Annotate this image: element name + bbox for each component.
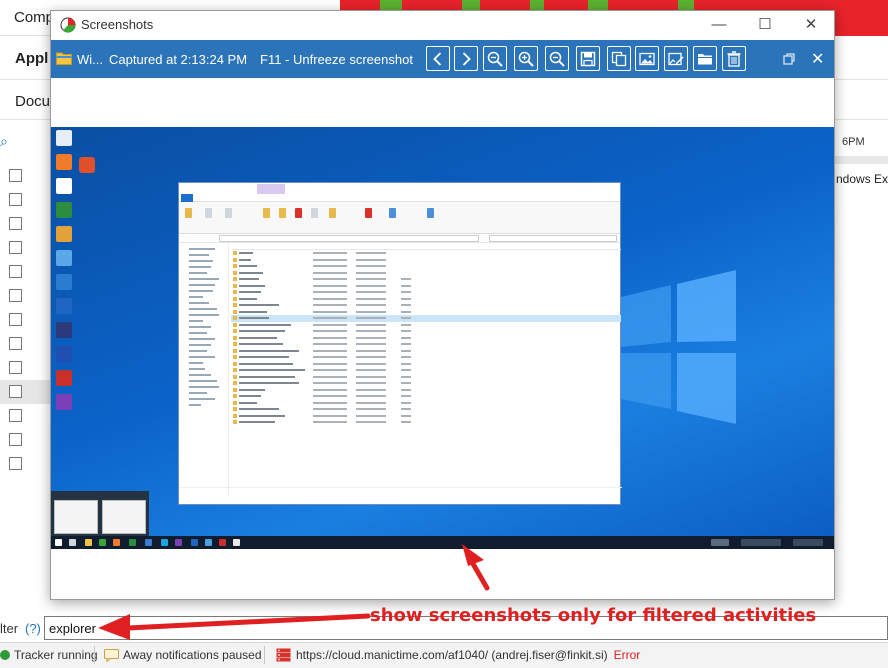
row-checkbox[interactable] [9, 217, 22, 230]
status-divider [94, 646, 95, 664]
row-checkbox[interactable] [9, 361, 22, 374]
copy-button[interactable] [607, 46, 631, 71]
file-explorer-icon [56, 52, 72, 65]
server-status[interactable]: https://cloud.manictime.com/af1040/ (and… [276, 648, 640, 662]
zoom-out-button[interactable] [545, 46, 569, 71]
previous-button[interactable] [426, 46, 450, 71]
restore-view-icon[interactable] [781, 51, 797, 67]
row-checkbox[interactable] [9, 337, 22, 350]
zoom-in-icon [518, 51, 534, 67]
captured-time: Captured at 2:13:24 PM [109, 52, 248, 67]
save-icon [580, 51, 596, 66]
close-viewer-icon[interactable]: ✕ [811, 49, 824, 69]
status-divider [264, 646, 265, 664]
annotation-caption: show screenshots only for filtered activ… [370, 605, 817, 626]
screenshot-image-area[interactable] [51, 78, 834, 599]
documents-tab-label: Docu [15, 93, 51, 110]
captured-desktop-image [51, 127, 834, 549]
delete-button[interactable] [722, 46, 746, 71]
server-url-text: https://cloud.manictime.com/af1040/ (and… [296, 648, 608, 662]
edit-image-icon [668, 52, 684, 65]
window-title-bar[interactable]: Screenshots — ☐ ✕ [51, 11, 834, 39]
filter-label: lter [0, 621, 19, 636]
row-checkbox[interactable] [9, 457, 22, 470]
desktop-icons [53, 130, 95, 418]
maximize-icon[interactable]: ☐ [745, 14, 785, 36]
notification-icon [104, 648, 119, 662]
app-title: Comp [14, 9, 55, 26]
close-icon[interactable]: ✕ [791, 14, 831, 36]
image-button[interactable] [635, 46, 659, 71]
minimize-icon[interactable]: — [699, 14, 739, 36]
manictime-logo-icon [60, 17, 76, 33]
edit-image-button[interactable] [664, 46, 688, 71]
brave-desktop-icon [79, 157, 95, 173]
save-button[interactable] [576, 46, 600, 71]
timeline-separator [834, 156, 888, 164]
server-error-text: Error [613, 648, 641, 662]
row-checkbox[interactable] [9, 385, 22, 398]
notifications-status-text: Away notifications paused [123, 648, 262, 662]
delete-icon [727, 50, 741, 67]
next-icon [462, 51, 471, 66]
open-folder-button[interactable] [693, 46, 717, 71]
previous-icon [433, 51, 442, 66]
row-checkbox[interactable] [9, 193, 22, 206]
zoom-fit-icon [487, 51, 503, 67]
row-title-partial: ndows Exp [836, 172, 888, 186]
row-checkbox[interactable] [9, 241, 22, 254]
row-checkbox[interactable] [9, 433, 22, 446]
screenshot-toolbar: Wi... Captured at 2:13:24 PM F11 - Unfre… [51, 40, 834, 78]
zoom-in-button[interactable] [514, 46, 538, 71]
status-bar: Tracker running Away notifications pause… [0, 642, 888, 668]
copy-icon [611, 51, 627, 66]
server-icon [276, 648, 291, 662]
image-icon [639, 52, 655, 65]
row-checkbox[interactable] [9, 313, 22, 326]
next-button[interactable] [454, 46, 478, 71]
taskbar-thumbnails [51, 491, 149, 536]
window-title: Screenshots [81, 17, 154, 32]
row-checkbox[interactable] [9, 409, 22, 422]
applications-tab-label: Appl [15, 50, 49, 67]
row-checkbox[interactable] [9, 265, 22, 278]
row-checkbox[interactable] [9, 169, 22, 182]
captured-file-explorer [178, 182, 622, 505]
tracker-status-text: Tracker running [14, 648, 98, 662]
open-folder-icon [698, 53, 712, 64]
timeline-hour-label: 6PM [842, 136, 865, 148]
filter-help-link[interactable]: (?) [25, 621, 41, 636]
tracker-running-icon [0, 650, 10, 660]
tracker-status[interactable]: Tracker running [0, 648, 98, 662]
captured-app-name: Wi... [77, 52, 103, 67]
notifications-status[interactable]: Away notifications paused [104, 648, 262, 662]
search-icon[interactable]: ⌕ [0, 133, 8, 150]
windows-logo-icon [621, 270, 736, 424]
row-checkbox[interactable] [9, 289, 22, 302]
unfreeze-hint: F11 - Unfreeze screenshot [260, 52, 413, 67]
zoom-fit-button[interactable] [483, 46, 507, 71]
screenshots-window: Screenshots — ☐ ✕ Wi... Captured at 2:13… [50, 10, 835, 600]
zoom-out-icon [549, 51, 565, 67]
captured-taskbar [51, 536, 834, 549]
